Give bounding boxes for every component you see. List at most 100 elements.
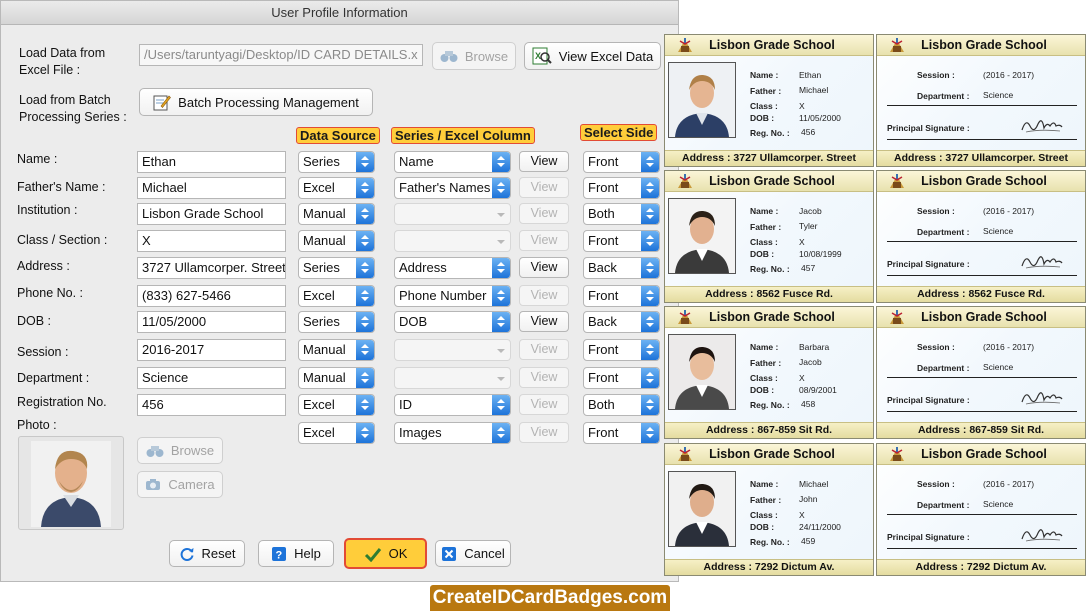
data-source-select[interactable]: Manual xyxy=(298,203,375,225)
card-department-label: Department : xyxy=(917,227,970,237)
series-column-select[interactable]: Name xyxy=(394,151,511,173)
field-value-input[interactable]: Michael xyxy=(137,177,286,199)
field-value-input[interactable]: Ethan xyxy=(137,151,286,173)
card-name-label: Name : xyxy=(750,479,779,489)
help-button[interactable]: ? Help xyxy=(258,540,334,567)
select-side-select[interactable]: Front xyxy=(583,339,660,361)
excel-path-field[interactable]: /Users/taruntyagi/Desktop/ID CARD DETAIL… xyxy=(139,44,423,66)
load-excel-label-line1: Load Data from xyxy=(19,46,106,60)
chevron-updown-icon xyxy=(641,312,659,332)
chevron-updown-icon xyxy=(356,312,374,332)
data-source-select[interactable]: Manual xyxy=(298,230,375,252)
view-button[interactable]: View xyxy=(519,151,569,172)
card-dob-value: 10/08/1999 xyxy=(799,249,842,259)
view-button[interactable]: View xyxy=(519,394,569,415)
select-side-header: Select Side xyxy=(580,124,658,141)
card-address-label: Address : xyxy=(917,424,967,436)
select-side-select[interactable]: Both xyxy=(583,203,660,225)
id-card-back: Lisbon Grade School Session : (2016 - 20… xyxy=(876,306,1086,439)
series-column-select[interactable] xyxy=(394,203,511,225)
series-column-select[interactable]: Father's Names xyxy=(394,177,511,199)
select-side-select[interactable]: Front xyxy=(583,230,660,252)
card-department-value: Science xyxy=(983,90,1014,100)
series-column-select[interactable]: ID xyxy=(394,394,511,416)
view-button[interactable]: View xyxy=(519,230,569,251)
school-crest-icon xyxy=(890,174,904,188)
signature-image xyxy=(1021,392,1063,405)
data-source-select[interactable]: Excel xyxy=(298,422,375,444)
series-column-select[interactable]: DOB xyxy=(394,311,511,333)
view-button[interactable]: View xyxy=(519,339,569,360)
field-value-input[interactable]: (833) 627-5466 xyxy=(137,285,286,307)
reset-button[interactable]: Reset xyxy=(169,540,245,567)
chevron-updown-icon xyxy=(641,258,659,278)
chevron-updown-icon xyxy=(356,152,374,172)
student-photo xyxy=(669,472,735,546)
batch-processing-button[interactable]: Batch Processing Management xyxy=(139,88,373,116)
field-label: Institution : xyxy=(17,203,78,217)
card-class-label: Class : xyxy=(750,510,778,520)
series-column-select[interactable]: Phone Number xyxy=(394,285,511,307)
card-reg-label: Reg. No. : xyxy=(750,128,790,138)
card-address-value: 867-859 Sit Rd. xyxy=(757,424,833,436)
ok-button[interactable]: OK xyxy=(344,538,427,569)
select-side-select[interactable]: Front xyxy=(583,422,660,444)
field-value-input[interactable]: 3727 Ullamcorper. Street xyxy=(137,257,286,279)
data-source-select[interactable]: Series xyxy=(298,151,375,173)
card-address-value: 3727 Ullamcorper. Street xyxy=(945,152,1068,164)
series-column-select[interactable]: Address xyxy=(394,257,511,279)
view-button[interactable]: View xyxy=(519,311,569,332)
field-label: Photo : xyxy=(17,418,57,432)
select-side-select[interactable]: Both xyxy=(583,394,660,416)
series-column-select[interactable] xyxy=(394,367,511,389)
select-side-select[interactable]: Front xyxy=(583,151,660,173)
data-source-select[interactable]: Excel xyxy=(298,285,375,307)
excel-browse-button[interactable]: Browse xyxy=(432,42,516,70)
card-reg-label: Reg. No. : xyxy=(750,264,790,274)
series-column-select[interactable] xyxy=(394,230,511,252)
id-card-front: Lisbon Grade School Name : Michael Fathe… xyxy=(664,443,874,576)
card-divider xyxy=(887,139,1077,140)
card-name-value: Ethan xyxy=(799,70,822,80)
photo-browse-button[interactable]: Browse xyxy=(137,437,223,464)
select-side-select[interactable]: Front xyxy=(583,177,660,199)
view-button[interactable]: View xyxy=(519,203,569,224)
field-value-input[interactable]: 2016-2017 xyxy=(137,339,286,361)
cancel-button[interactable]: Cancel xyxy=(435,540,511,567)
view-button[interactable]: View xyxy=(519,177,569,198)
chevron-updown-icon xyxy=(641,231,659,251)
chevron-updown-icon xyxy=(492,395,510,415)
help-icon: ? xyxy=(272,546,287,561)
select-side-select[interactable]: Front xyxy=(583,367,660,389)
field-value-input[interactable]: Lisbon Grade School xyxy=(137,203,286,225)
card-school-name: Lisbon Grade School xyxy=(665,35,873,56)
field-value-input[interactable]: X xyxy=(137,230,286,252)
view-button[interactable]: View xyxy=(519,422,569,443)
field-value-input[interactable]: 11/05/2000 xyxy=(137,311,286,333)
data-source-select[interactable]: Series xyxy=(298,311,375,333)
load-excel-label: Load Data from Excel File : xyxy=(19,45,105,79)
select-side-select[interactable]: Back xyxy=(583,257,660,279)
select-side-select[interactable]: Front xyxy=(583,285,660,307)
card-class-label: Class : xyxy=(750,237,778,247)
data-source-select[interactable]: Series xyxy=(298,257,375,279)
field-value-input[interactable]: Science xyxy=(137,367,286,389)
view-button[interactable]: View xyxy=(519,285,569,306)
data-source-select[interactable]: Manual xyxy=(298,367,375,389)
series-column-select[interactable]: Images xyxy=(394,422,511,444)
data-source-select[interactable]: Excel xyxy=(298,177,375,199)
data-source-select[interactable]: Excel xyxy=(298,394,375,416)
id-card-front: Lisbon Grade School Name : Barbara Fathe… xyxy=(664,306,874,439)
camera-icon xyxy=(146,479,161,490)
camera-button[interactable]: Camera xyxy=(137,471,223,498)
excel-browse-label: Browse xyxy=(464,48,509,64)
series-column-select[interactable] xyxy=(394,339,511,361)
view-excel-data-button[interactable]: X View Excel Data xyxy=(524,42,661,70)
view-button[interactable]: View xyxy=(519,257,569,278)
data-source-select[interactable]: Manual xyxy=(298,339,375,361)
card-class-value: X xyxy=(799,237,805,247)
view-button[interactable]: View xyxy=(519,367,569,388)
select-side-select[interactable]: Back xyxy=(583,311,660,333)
field-value-input[interactable]: 456 xyxy=(137,394,286,416)
card-dob-label: DOB : xyxy=(750,522,775,532)
